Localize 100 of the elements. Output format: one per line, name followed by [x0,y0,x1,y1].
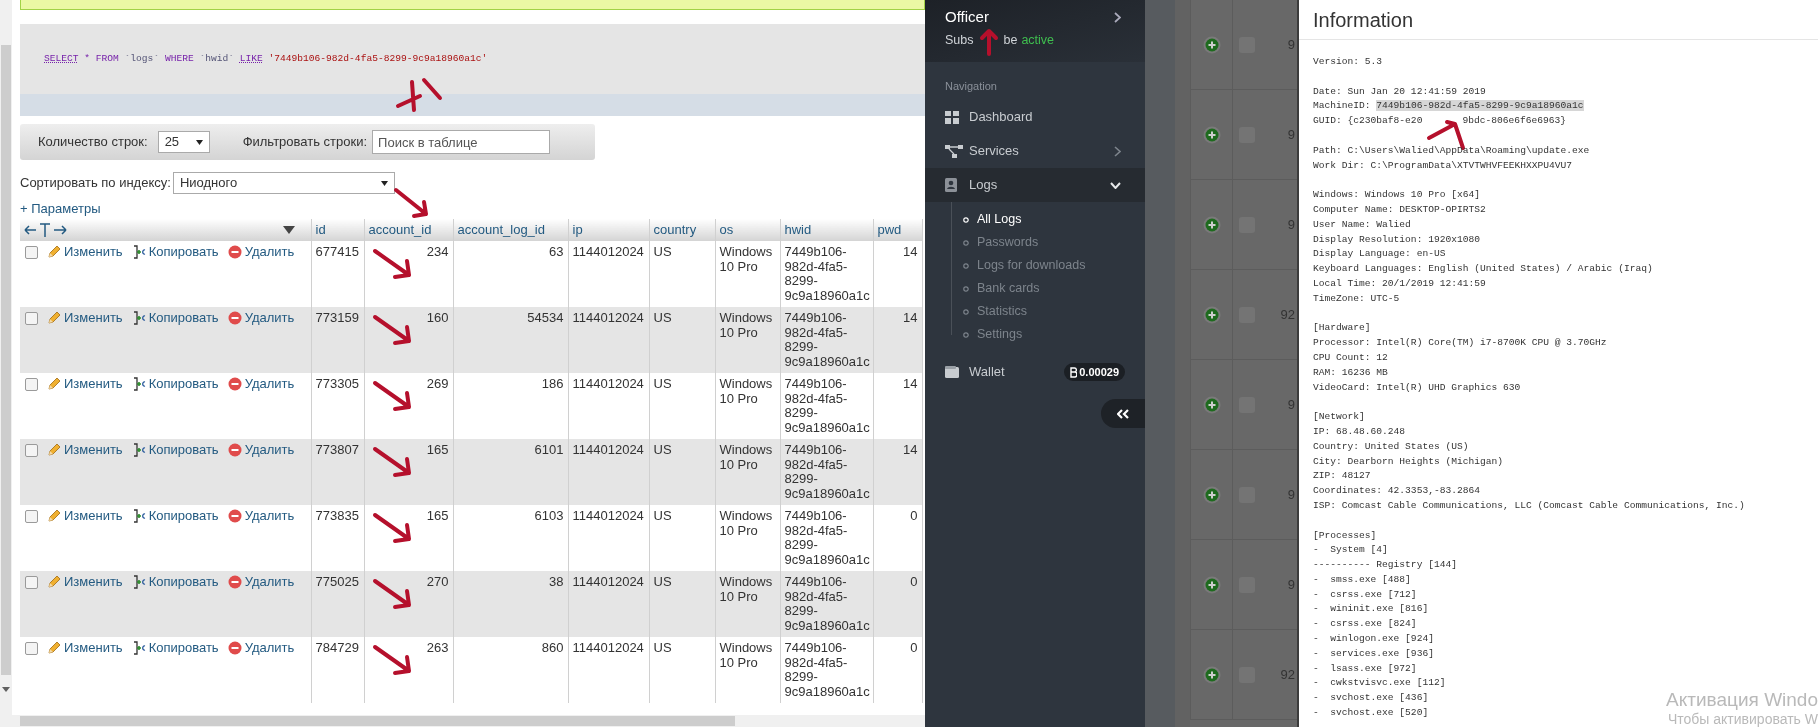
bullet-circle-icon [963,331,969,338]
row-checkbox[interactable] [25,509,38,523]
table-cell: 1144012024 [568,637,649,703]
copy-link[interactable]: Копировать [131,509,219,524]
filter-rows-label: Фильтровать строки: [242,133,368,152]
row-checkbox[interactable] [25,311,38,325]
delete-icon [227,311,242,326]
add-icon[interactable] [1202,215,1221,234]
copy-insert-icon [131,245,146,260]
copy-link[interactable]: Копировать [131,641,219,656]
nav-subitem[interactable]: Logs for downloads [925,254,1145,277]
column-header[interactable]: country [649,219,715,241]
info-line: - services.exe [936] [1313,646,1434,661]
row-checkbox[interactable] [25,377,38,391]
nav-subitem[interactable]: Settings [925,323,1145,346]
info-line: User Name: Walied [1313,217,1411,232]
nav-subitem[interactable]: Statistics [925,300,1145,323]
column-header[interactable]: account_log_id [453,219,568,241]
nav-subitem[interactable]: Bank cards [925,277,1145,300]
column-header[interactable]: ip [568,219,649,241]
sort-by-index-label: Сортировать по индексу: [20,174,171,193]
delete-icon [227,509,242,524]
horizontal-scrollbar[interactable] [0,715,925,727]
wallet-icon [945,366,959,378]
add-icon[interactable] [1202,485,1221,504]
delete-link[interactable]: Удалить [227,245,295,260]
add-icon[interactable] [1202,575,1221,594]
info-line: Coordinates: 42.3353,-83.2864 [1313,484,1480,499]
table-cell: Windows 10 Pro [715,637,780,703]
panel-title: Information [1313,7,1414,33]
delete-link[interactable]: Удалить [227,377,295,392]
info-line: ZIP: 48127 [1313,469,1371,484]
row-checkbox[interactable] [25,443,38,457]
row-checkbox[interactable] [25,245,38,259]
scrollbar-thumb[interactable] [20,716,735,726]
info-line: Local Time: 20/1/2019 12:41:59 [1313,276,1486,291]
copy-link[interactable]: Копировать [131,311,219,326]
edit-link[interactable]: Изменить [47,641,123,656]
add-icon[interactable] [1202,395,1221,414]
annotation-arrow [977,26,1000,57]
info-line: MachineID: 7449b106-982d-4fa5-8299-9c9a18960a1c [1313,99,1584,114]
copy-insert-icon [131,575,146,590]
scroll-down-icon[interactable] [2,687,10,692]
pencil-icon [47,575,61,590]
info-line: - csrss.exe [712] [1313,587,1417,602]
edit-link[interactable]: Изменить [47,575,123,590]
double-chevron-left-icon [1117,408,1129,419]
filter-rows-field[interactable]: Поиск в таблице [372,130,551,154]
info-line: CPU Count: 12 [1313,350,1388,365]
row-checkbox[interactable] [25,641,38,655]
activation-notice: Чтобы активировать W [1667,711,1818,727]
sort-triangle-icon[interactable] [282,226,295,234]
table-cell: 0 [873,637,922,703]
nav-item[interactable]: Dashboard [925,100,1145,134]
sort-index-select[interactable]: Ниодного [172,172,395,194]
copy-link[interactable]: Копировать [131,377,219,392]
info-line: Computer Name: DESKTOP-OPIRTS2 [1313,202,1486,217]
chevron-right-icon[interactable] [1114,11,1121,23]
column-resize-arrows-icon[interactable] [24,222,68,238]
info-line: Path: C:\Users\Walied\AppData\Roaming\update.exe [1313,143,1590,158]
row-checkbox[interactable] [25,575,38,589]
add-icon[interactable] [1202,665,1221,684]
rows-count-select[interactable]: 25 [157,131,210,153]
edit-link[interactable]: Изменить [47,377,123,392]
options-link[interactable]: + Параметры [20,199,101,219]
edit-link[interactable]: Изменить [47,311,123,326]
nav-item[interactable]: Logs [925,168,1145,202]
nav-subitem[interactable]: Passwords [925,231,1145,254]
nav-item[interactable]: Services [925,134,1145,168]
delete-link[interactable]: Удалить [227,641,295,656]
column-header[interactable]: hwid [780,219,873,241]
activation-notice: Активация Windo [1666,689,1818,711]
add-icon[interactable] [1202,35,1221,54]
copy-link[interactable]: Копировать [131,575,219,590]
info-line: GUID: {c230baf8-e20 9bdc-806e6f6e6963} [1313,114,1567,129]
nav-item[interactable]: Wallet 0.00029 [925,355,1145,389]
column-header[interactable]: id [311,219,364,241]
delete-link[interactable]: Удалить [227,575,295,590]
delete-link[interactable]: Удалить [227,509,295,524]
nav-subitem[interactable]: All Logs [925,208,1145,231]
column-header[interactable]: account_id [364,219,453,241]
column-header[interactable]: os [715,219,780,241]
edit-link[interactable]: Изменить [47,443,123,458]
delete-link[interactable]: Удалить [227,311,295,326]
edit-link[interactable]: Изменить [47,509,123,524]
copy-link[interactable]: Копировать [131,245,219,260]
edit-link[interactable]: Изменить [47,245,123,260]
copy-link[interactable]: Копировать [131,443,219,458]
add-icon[interactable] [1202,125,1221,144]
copy-insert-icon [131,443,146,458]
column-header[interactable]: pwd [873,219,922,241]
vertical-scrollbar[interactable] [0,0,12,715]
scrollbar-thumb[interactable] [1,45,11,675]
pencil-icon [47,509,61,524]
contact-card-icon [945,178,957,192]
info-line: IP: 68.48.60.248 [1313,424,1406,439]
add-icon[interactable] [1202,305,1221,324]
collapse-sidebar-button[interactable] [1101,399,1145,428]
info-line: ISP: Comcast Cable Communications, LLC (Comcast Cable Communications, Inc.) [1313,498,1745,513]
delete-link[interactable]: Удалить [227,443,295,458]
